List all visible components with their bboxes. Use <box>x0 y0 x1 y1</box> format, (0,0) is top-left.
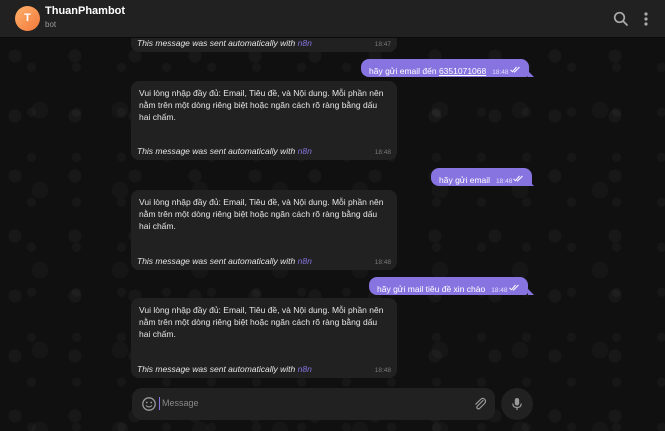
double-check-icon <box>509 66 520 73</box>
avatar[interactable]: T <box>15 6 40 31</box>
message-incoming[interactable]: This message was sent automatically with… <box>131 38 397 52</box>
bubble-tail <box>528 289 534 295</box>
more-vertical-icon[interactable] <box>636 9 656 29</box>
microphone-icon <box>512 398 522 410</box>
text-caret <box>159 397 160 410</box>
chat-header: T ThuanPhambot bot <box>0 0 665 38</box>
message-incoming[interactable]: Vui lòng nhập đầy đủ: Email, Tiêu đề, và… <box>131 190 397 270</box>
message-input[interactable]: Message <box>162 398 199 408</box>
auto-footer: This message was sent automatically with… <box>137 38 312 48</box>
message-incoming[interactable]: Vui lòng nhập đầy đủ: Email, Tiêu đề, và… <box>131 298 397 378</box>
bubble-tail <box>528 71 534 77</box>
auto-footer: This message was sent automatically with… <box>137 146 312 156</box>
message-time: 18:48 <box>496 178 513 185</box>
bubble-tail <box>528 180 534 186</box>
message-composer[interactable]: Message <box>132 388 495 420</box>
message-time: 18:48 <box>374 367 391 374</box>
message-outgoing[interactable]: hãy gửi email đến 6351071068 18:48 <box>361 59 529 77</box>
message-list[interactable]: This message was sent automatically with… <box>0 38 665 431</box>
message-text: hãy gửi email <box>439 175 491 185</box>
message-time: 18:47 <box>374 41 391 48</box>
smile-icon[interactable] <box>141 396 157 412</box>
chat-title[interactable]: ThuanPhambot <box>45 5 125 17</box>
message-text: Vui lòng nhập đầy đủ: Email, Tiêu đề, và… <box>139 88 384 122</box>
phone-link[interactable]: 6351071068 <box>439 66 486 76</box>
message-text: Vui lòng nhập đầy đủ: Email, Tiêu đề, và… <box>139 197 384 231</box>
message-time: 18:48 <box>492 69 509 76</box>
paperclip-icon[interactable] <box>472 396 488 412</box>
double-check-icon <box>513 175 524 182</box>
auto-footer: This message was sent automatically with… <box>137 256 312 266</box>
n8n-link[interactable]: n8n <box>298 146 312 156</box>
message-time: 18:48 <box>491 287 508 294</box>
message-text: hãy gửi email đến 6351071068 <box>369 66 487 76</box>
message-outgoing[interactable]: hãy gửi mail tiêu đề xin chào 18:48 <box>369 277 528 295</box>
n8n-link[interactable]: n8n <box>298 256 312 266</box>
search-icon[interactable] <box>611 9 631 29</box>
message-time: 18:48 <box>374 259 391 266</box>
chat-subtitle: bot <box>45 20 57 29</box>
message-text: Vui lòng nhập đầy đủ: Email, Tiêu đề, và… <box>139 305 384 339</box>
n8n-link[interactable]: n8n <box>298 38 312 48</box>
message-time: 18:48 <box>374 149 391 156</box>
auto-footer: This message was sent automatically with… <box>137 364 312 374</box>
message-outgoing[interactable]: hãy gửi email 18:48 <box>431 168 533 186</box>
n8n-link[interactable]: n8n <box>298 364 312 374</box>
message-incoming[interactable]: Vui lòng nhập đầy đủ: Email, Tiêu đề, và… <box>131 81 397 160</box>
double-check-icon <box>508 284 519 291</box>
microphone-button[interactable] <box>501 388 533 420</box>
message-text: hãy gửi mail tiêu đề xin chào <box>377 284 486 294</box>
